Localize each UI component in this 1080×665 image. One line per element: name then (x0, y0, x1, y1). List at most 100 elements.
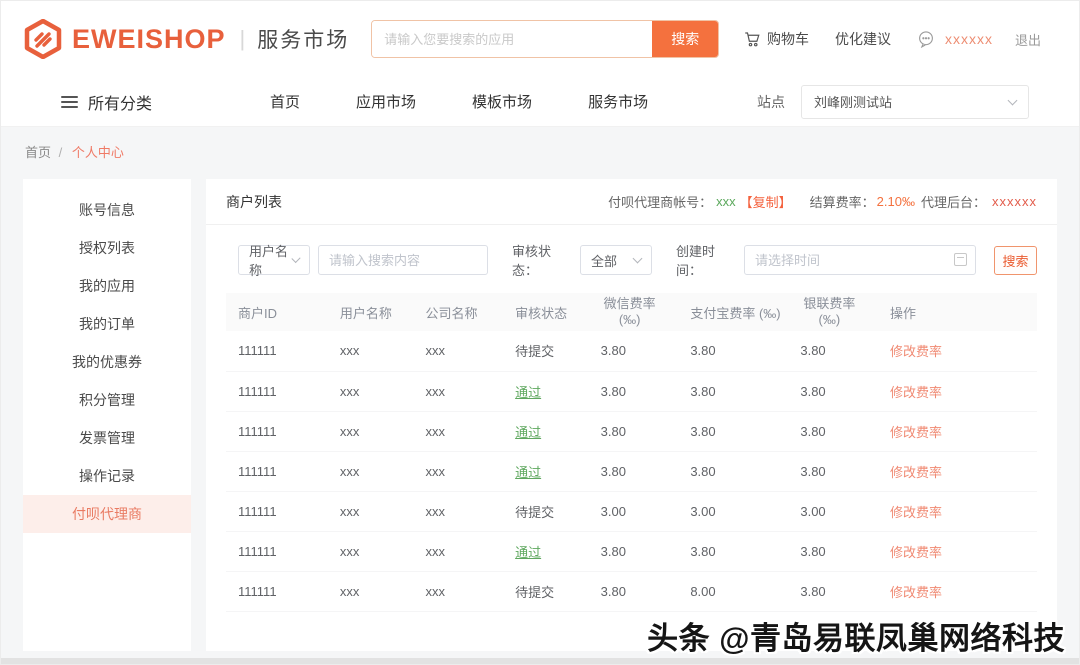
copy-button[interactable]: 【复制】 (740, 192, 792, 211)
cart-label: 购物车 (767, 29, 809, 49)
chevron-down-icon (1008, 95, 1018, 105)
cell-wechat-rate: 3.80 (589, 371, 679, 411)
col-user-name: 用户名称 (328, 293, 414, 331)
cell-wechat-rate: 3.80 (589, 411, 679, 451)
top-header: EWEISHOP | 服务市场 搜索 购物车 优化建议 (1, 1, 1079, 77)
cell-company-name: xxx (413, 451, 503, 491)
brand-divider: | (240, 26, 246, 52)
cell-wechat-rate: 3.80 (589, 571, 679, 611)
modify-rate-link[interactable]: 修改费率 (890, 585, 942, 600)
content-area: 账号信息 授权列表 我的应用 我的订单 我的优惠券 积分管理 发票管理 操作记录… (23, 179, 1057, 651)
nav-item-template-market[interactable]: 模板市场 (472, 91, 532, 112)
settle-rate-label: 结算费率： (810, 192, 875, 211)
nav-item-app-market[interactable]: 应用市场 (356, 91, 416, 112)
status-text[interactable]: 通过 (515, 425, 541, 440)
table-row: 111111 xxx xxx 待提交 3.00 3.00 3.00 修改费率 (226, 491, 1037, 531)
sidebar-item-my-coupons[interactable]: 我的优惠券 (23, 343, 191, 381)
status-text[interactable]: 通过 (515, 385, 541, 400)
cell-merchant-id: 111111 (226, 491, 328, 531)
sidebar-item-my-orders[interactable]: 我的订单 (23, 305, 191, 343)
field-select[interactable]: 用户名称 (238, 245, 310, 275)
cell-alipay-rate: 8.00 (678, 571, 788, 611)
modify-rate-link[interactable]: 修改费率 (890, 425, 942, 440)
modify-rate-link[interactable]: 修改费率 (890, 344, 942, 359)
search-button[interactable]: 搜索 (652, 21, 718, 57)
cart-icon (743, 30, 761, 48)
sidebar-item-points[interactable]: 积分管理 (23, 381, 191, 419)
header-actions: 购物车 优化建议 xxxxxx 退出 (743, 29, 1041, 49)
modify-rate-link[interactable]: 修改费率 (890, 465, 942, 480)
toutiao-watermark: 头条 @青岛易联凤巢网络科技 (647, 613, 1065, 658)
cell-wechat-rate: 3.00 (589, 491, 679, 531)
status-text: 待提交 (515, 344, 554, 359)
brand-logo[interactable]: EWEISHOP | 服务市场 (23, 19, 349, 59)
col-actions: 操作 (878, 293, 1037, 331)
all-categories-button[interactable]: 所有分类 (61, 90, 152, 114)
cell-user-name: xxx (328, 531, 414, 571)
cell-unionpay-rate: 3.80 (788, 331, 878, 371)
suggest-label: 优化建议 (835, 29, 891, 49)
merchant-table: 商户ID 用户名称 公司名称 审核状态 微信费率 (‰) 支付宝费率 (‰) 银… (226, 293, 1037, 612)
cell-merchant-id: 111111 (226, 371, 328, 411)
cell-merchant-id: 111111 (226, 331, 328, 371)
breadcrumb-current[interactable]: 个人中心 (72, 145, 124, 160)
col-company-name: 公司名称 (413, 293, 503, 331)
sidebar-item-account-info[interactable]: 账号信息 (23, 191, 191, 229)
username-link[interactable]: xxxxxx (945, 31, 993, 47)
cell-wechat-rate: 3.80 (589, 531, 679, 571)
table-row: 111111 xxx xxx 通过 3.80 3.80 3.80 修改费率 (226, 411, 1037, 451)
suggest-link[interactable]: 优化建议 (835, 29, 891, 49)
cell-wechat-rate: 3.80 (589, 331, 679, 371)
agent-account-label: 付呗代理商帐号： (608, 192, 712, 211)
cell-company-name: xxx (413, 531, 503, 571)
site-select-value: 刘峰刚测试站 (814, 92, 892, 111)
cell-unionpay-rate: 3.80 (788, 531, 878, 571)
cell-merchant-id: 111111 (226, 571, 328, 611)
status-text[interactable]: 通过 (515, 465, 541, 480)
search-input[interactable] (372, 21, 652, 57)
date-picker (744, 245, 976, 275)
cell-unionpay-rate: 3.80 (788, 451, 878, 491)
status-select[interactable]: 全部 (580, 245, 652, 275)
sidebar: 账号信息 授权列表 我的应用 我的订单 我的优惠券 积分管理 发票管理 操作记录… (23, 179, 191, 651)
modify-rate-link[interactable]: 修改费率 (890, 385, 942, 400)
agent-backend-label: 代理后台： (921, 192, 986, 211)
modify-rate-link[interactable]: 修改费率 (890, 545, 942, 560)
table-header-row: 商户ID 用户名称 公司名称 审核状态 微信费率 (‰) 支付宝费率 (‰) 银… (226, 293, 1037, 331)
sidebar-item-my-apps[interactable]: 我的应用 (23, 267, 191, 305)
settle-rate-value: 2.10‰ (877, 194, 915, 209)
sidebar-item-fubei-agent[interactable]: 付呗代理商 (23, 495, 191, 533)
agent-info: 付呗代理商帐号： xxx 【复制】 结算费率： 2.10‰ 代理后台： xxxx… (608, 192, 1037, 211)
date-input[interactable] (744, 245, 976, 275)
merchant-table-wrap: 商户ID 用户名称 公司名称 审核状态 微信费率 (‰) 支付宝费率 (‰) 银… (206, 293, 1057, 612)
status-text[interactable]: 通过 (515, 545, 541, 560)
site-select[interactable]: 刘峰刚测试站 (801, 85, 1029, 119)
agent-backend-value[interactable]: xxxxxx (992, 194, 1037, 209)
nav-item-home[interactable]: 首页 (270, 91, 300, 112)
cart-link[interactable]: 购物车 (743, 29, 809, 49)
col-alipay-rate: 支付宝费率 (‰) (678, 293, 788, 331)
page-bottom-edge (1, 658, 1079, 664)
all-categories-label: 所有分类 (88, 90, 152, 114)
logout-link[interactable]: 退出 (1015, 30, 1041, 49)
calendar-icon[interactable] (954, 253, 967, 266)
keyword-input[interactable] (318, 245, 488, 275)
col-unionpay-rate: 银联费率 (‰) (788, 293, 878, 331)
cell-merchant-id: 111111 (226, 451, 328, 491)
status-text: 待提交 (515, 505, 554, 520)
cell-company-name: xxx (413, 371, 503, 411)
col-wechat-rate: 微信费率 (‰) (589, 293, 679, 331)
nav-menu: 首页 应用市场 模板市场 服务市场 (270, 91, 648, 112)
cell-user-name: xxx (328, 371, 414, 411)
nav-item-service-market[interactable]: 服务市场 (588, 91, 648, 112)
cell-user-name: xxx (328, 411, 414, 451)
table-row: 111111 xxx xxx 待提交 3.80 3.80 3.80 修改费率 (226, 331, 1037, 371)
message-bubble-icon[interactable] (917, 30, 935, 48)
modify-rate-link[interactable]: 修改费率 (890, 505, 942, 520)
col-merchant-id: 商户ID (226, 293, 328, 331)
sidebar-item-auth-list[interactable]: 授权列表 (23, 229, 191, 267)
filter-search-button[interactable]: 搜索 (994, 246, 1037, 275)
sidebar-item-invoices[interactable]: 发票管理 (23, 419, 191, 457)
sidebar-item-operation-log[interactable]: 操作记录 (23, 457, 191, 495)
breadcrumb-home[interactable]: 首页 (25, 145, 51, 160)
